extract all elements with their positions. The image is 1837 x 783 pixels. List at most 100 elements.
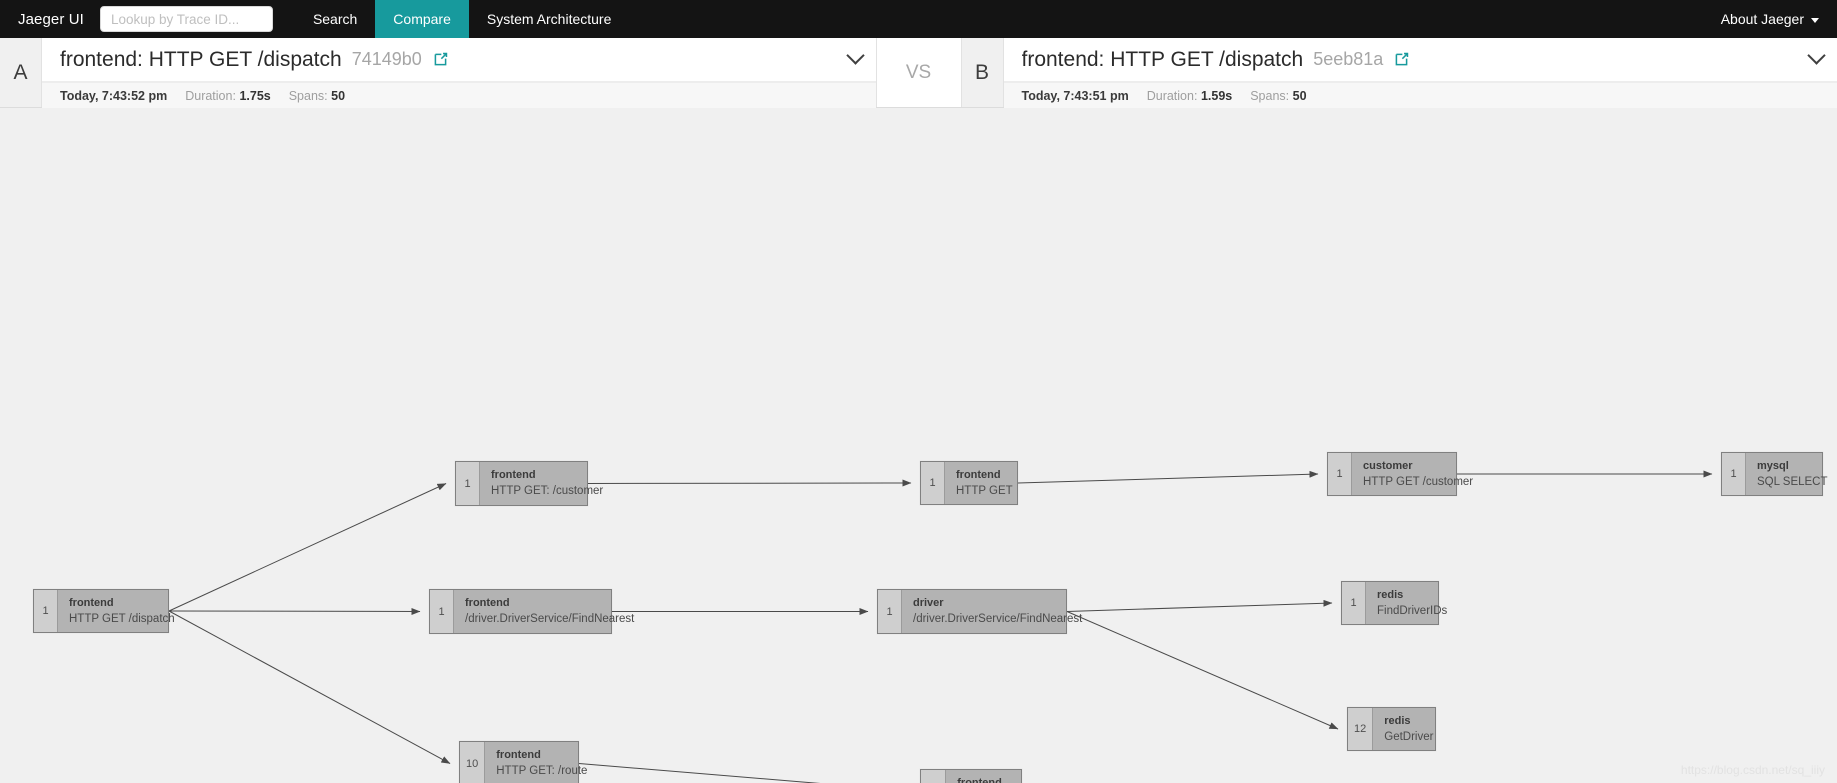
trace-a-id: 74149b0 [351,49,422,69]
trace-a-spans-label: Spans: [288,88,328,103]
trace-a-dropdown-toggle[interactable] [835,46,865,66]
graph-edge-driver-fn-to-redis-ids [1066,599,1333,612]
graph-edge-root-to-fe-route [168,610,451,764]
graph-edge-root-to-fe-findnearest [168,607,421,615]
about-jaeger-label: About Jaeger [1720,11,1804,27]
nav-item-system-architecture[interactable]: System Architecture [469,0,630,38]
graph-edge-driver-fn-to-redis-getdriver [1066,611,1339,730]
graph-node-fe-customer[interactable]: 1 frontend HTTP GET: /customer [455,461,603,506]
node-body: driver/driver.DriverService/FindNearest [902,590,1093,633]
graph-node-redis-ids[interactable]: 1 redis FindDriverIDs [1341,581,1447,625]
trace-b-title: frontend: HTTP GET /dispatch [1021,47,1304,71]
external-link-icon[interactable] [1393,51,1410,68]
watermark: https://blog.csdn.net/sq_iiiy [1680,763,1825,777]
node-operation-label: HTTP GET: /route [496,765,588,777]
graph-node-fe-httpget-1[interactable]: 1 frontend HTTP GET [920,461,1018,505]
trace-diff-graph[interactable]: 1 frontend HTTP GET /dispatch 1 frontend HTTP… [0,108,1837,783]
graph-edge-fe-route-to-fe-httpget-2 [578,763,821,783]
node-body: customer HTTP GET /customer [1352,453,1484,495]
graph-edge-root-to-fe-customer [168,483,447,612]
node-service-label: redis [1377,588,1404,601]
trace-b-body: frontend: HTTP GET /dispatch 5eeb81a Tod… [1003,38,1837,108]
graph-node-customer[interactable]: 1 customer HTTP GET /customer [1327,452,1473,496]
nav-item-search[interactable]: Search [295,0,375,38]
trace-b-duration: Duration: 1.59s [1147,89,1233,103]
trace-a-timestamp: Today, 7:43:52 pm [60,88,168,103]
node-count: 1 [430,590,454,633]
node-body: frontendHTTP GET [946,770,1025,783]
graph-node-fe-route[interactable]: 10 frontend HTTP GET: /route [459,741,587,783]
node-operation-label: /driver.DriverService/FindNearest [913,613,1083,625]
compare-header: A frontend: HTTP GET /dispatch 74149b0 T… [0,38,1837,108]
node-count: 10 [921,770,947,783]
node-operation-label: FindDriverIDs [1377,604,1448,617]
node-operation-label: /driver.DriverService/FindNearest [465,613,635,625]
node-operation-label: HTTP GET /customer [1363,475,1474,488]
node-service-label: frontend [957,776,1002,783]
node-operation-label: HTTP GET: /customer [491,485,604,497]
graph-node-redis-getdriver[interactable]: 12 redis GetDriver [1347,707,1436,751]
trace-a-body: frontend: HTTP GET /dispatch 74149b0 Tod… [42,38,876,108]
trace-a-duration: Duration: 1.75s [185,89,271,103]
trace-a-letter: A [0,38,42,107]
node-operation-label: GetDriver [1384,730,1434,743]
node-count: 1 [1328,453,1352,495]
node-body: mysql SQL SELECT [1746,453,1837,495]
node-count: 1 [878,590,902,633]
node-body: frontend HTTP GET [945,462,1024,504]
brand-logo[interactable]: Jaeger UI [0,11,100,28]
node-service-label: driver [913,597,944,609]
graph-node-root[interactable]: 1 frontend HTTP GET /dispatch [33,589,175,633]
graph-node-mysql[interactable]: 1 mysql SQL SELECT [1721,452,1828,496]
top-navbar: Jaeger UI Search Compare System Architec… [0,0,1837,38]
graph-edge-fe-httpget-1-to-customer [1017,470,1319,484]
chevron-down-icon [1811,17,1819,23]
node-operation-label: SQL SELECT [1757,475,1828,488]
node-count: 10 [460,742,486,783]
node-count: 1 [1342,582,1366,624]
graph-edge-fe-customer-to-fe-httpget-1 [587,479,912,487]
trace-a-title-row[interactable]: frontend: HTTP GET /dispatch 74149b0 [42,38,876,82]
about-jaeger-menu[interactable]: About Jaeger [1721,11,1837,27]
node-count: 12 [1348,708,1374,750]
node-count: 1 [1722,453,1746,495]
node-count: 1 [34,590,58,632]
nav-items: Search Compare System Architecture [295,0,629,38]
trace-b-timestamp: Today, 7:43:51 pm [1021,88,1129,103]
node-count: 1 [921,462,945,504]
trace-b-spans-value: 50 [1292,88,1307,103]
trace-b-letter: B [961,38,1004,107]
graph-node-driver-fn[interactable]: 1 driver/driver.DriverService/FindNearest [877,589,1082,634]
node-operation-label: HTTP GET /dispatch [69,612,175,625]
trace-b-panel: B frontend: HTTP GET /dispatch 5eeb81a T… [961,38,1837,108]
node-service-label: frontend [956,468,1001,481]
trace-b-duration-value: 1.59s [1200,88,1233,103]
trace-a-duration-label: Duration: [185,88,236,103]
node-service-label: mysql [1757,459,1789,472]
trace-b-title-row[interactable]: frontend: HTTP GET /dispatch 5eeb81a [1003,38,1837,82]
trace-b-dropdown-toggle[interactable] [1796,46,1826,66]
graph-node-fe-findnearest[interactable]: 1 frontend/driver.DriverService/FindNeare… [429,589,634,634]
trace-a-duration-value: 1.75s [239,88,271,103]
node-body: redis FindDriverIDs [1366,582,1458,624]
trace-b-duration-label: Duration: [1146,88,1198,103]
trace-id-search-input[interactable] [99,6,273,32]
trace-b-meta: Today, 7:43:51 pm Duration: 1.59s Spans:… [1003,82,1837,108]
chevron-down-icon [1807,46,1826,65]
external-link-icon[interactable] [432,51,449,68]
node-body: frontend HTTP GET: /route [485,742,598,783]
trace-a-spans: Spans: 50 [289,89,345,103]
graph-edges [168,470,1713,783]
node-body: redis GetDriver [1373,708,1444,750]
node-count: 1 [456,462,480,505]
nav-item-compare[interactable]: Compare [375,0,469,38]
chevron-down-icon [845,46,865,65]
node-service-label: frontend [496,749,541,761]
node-service-label: redis [1384,714,1411,727]
node-body: frontend HTTP GET /dispatch [58,590,186,632]
trace-a-panel: A frontend: HTTP GET /dispatch 74149b0 T… [0,38,876,108]
node-operation-label: HTTP GET [956,484,1013,497]
trace-b-spans: Spans: 50 [1250,89,1306,103]
node-service-label: frontend [69,596,114,609]
graph-node-fe-httpget-2[interactable]: 10frontendHTTP GET [920,769,1022,783]
